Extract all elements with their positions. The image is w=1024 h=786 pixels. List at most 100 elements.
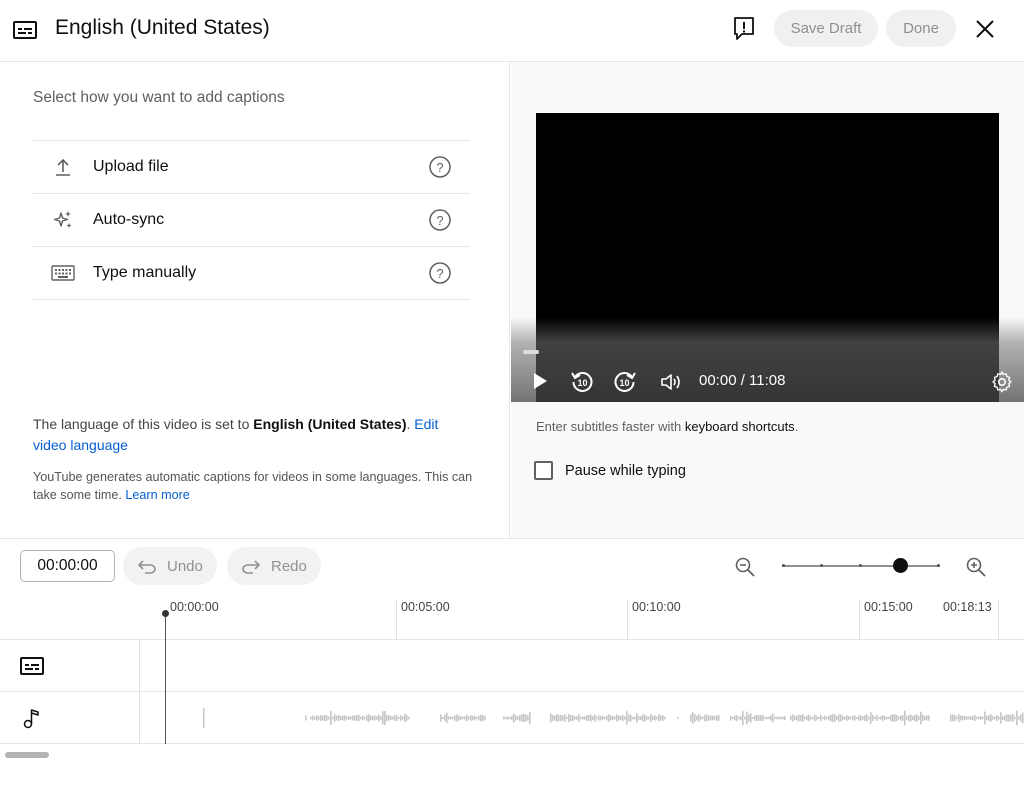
zoom-slider[interactable] bbox=[782, 558, 940, 573]
waveform-bar bbox=[742, 710, 744, 726]
progress-bar[interactable] bbox=[523, 350, 539, 354]
waveform-bar bbox=[782, 716, 784, 720]
feedback-icon[interactable] bbox=[730, 14, 758, 42]
waveform-bar bbox=[808, 714, 810, 722]
waveform-bar bbox=[354, 715, 356, 721]
waveform-bar bbox=[774, 716, 776, 720]
forward-10-icon[interactable]: 10 bbox=[612, 369, 638, 395]
learn-more-link[interactable]: Learn more bbox=[125, 488, 189, 502]
option-auto-sync[interactable]: Auto-sync ? bbox=[33, 194, 470, 247]
undo-button[interactable]: Undo bbox=[123, 547, 217, 585]
waveform-bar bbox=[830, 714, 832, 722]
waveform-bar bbox=[478, 715, 480, 721]
waveform-bar bbox=[886, 716, 888, 720]
play-icon[interactable] bbox=[531, 370, 549, 392]
waveform-bar bbox=[958, 714, 960, 722]
help-icon[interactable]: ? bbox=[428, 208, 452, 232]
waveform-bar bbox=[480, 714, 482, 722]
waveform-bar bbox=[650, 714, 652, 722]
redo-button[interactable]: Redo bbox=[227, 547, 321, 585]
waveform-bar bbox=[928, 715, 930, 721]
waveform-bar bbox=[926, 715, 928, 721]
playhead[interactable] bbox=[165, 611, 166, 744]
captions-icon bbox=[13, 21, 37, 39]
waveform-bar bbox=[314, 716, 316, 720]
waveform-bar bbox=[694, 714, 696, 722]
ruler-label: 00:10:00 bbox=[632, 600, 681, 614]
pause-checkbox[interactable] bbox=[534, 461, 553, 480]
waveform-bar bbox=[892, 714, 894, 722]
zoom-out-icon[interactable] bbox=[734, 556, 756, 578]
waveform-bar bbox=[396, 715, 398, 721]
zoom-in-icon[interactable] bbox=[965, 556, 987, 578]
waveform-bar bbox=[594, 714, 596, 722]
waveform-bar bbox=[800, 715, 802, 721]
waveform-bar bbox=[344, 715, 346, 721]
waveform-bar bbox=[910, 714, 912, 722]
player-controls: 10 10 00:00 / 11:08 bbox=[511, 317, 1024, 402]
waveform-bar bbox=[738, 716, 740, 720]
waveform-bar bbox=[818, 716, 820, 720]
waveform-bar bbox=[804, 716, 806, 720]
help-icon[interactable]: ? bbox=[428, 155, 452, 179]
waveform-bar bbox=[527, 715, 529, 721]
waveform-bar bbox=[842, 715, 844, 721]
waveform-bar bbox=[554, 715, 556, 721]
help-icon[interactable]: ? bbox=[428, 261, 452, 285]
zoom-slider-thumb[interactable] bbox=[893, 558, 908, 573]
keyboard-shortcuts-link[interactable]: keyboard shortcuts bbox=[685, 419, 795, 434]
save-draft-button[interactable]: Save Draft bbox=[774, 10, 878, 47]
waveform-bar bbox=[398, 716, 400, 720]
kb-note-text: . bbox=[794, 419, 799, 434]
keyboard-icon bbox=[51, 261, 75, 285]
waveform-bar bbox=[864, 715, 866, 721]
waveform-bar bbox=[776, 716, 778, 720]
volume-icon[interactable] bbox=[659, 371, 683, 393]
waveform-bar bbox=[324, 714, 326, 722]
waveform-bar bbox=[366, 714, 368, 722]
horizontal-scrollbar[interactable] bbox=[5, 752, 49, 758]
waveform-bar bbox=[440, 714, 442, 722]
waveform-bar bbox=[978, 716, 980, 720]
waveform-bar bbox=[598, 715, 600, 721]
waveform-bar bbox=[608, 714, 610, 722]
playhead-handle[interactable] bbox=[162, 610, 169, 617]
waveform-bar bbox=[612, 715, 614, 721]
waveform-bar bbox=[748, 714, 750, 722]
timecode-input[interactable]: 00:00:00 bbox=[20, 550, 115, 582]
waveform-bar bbox=[732, 716, 734, 720]
done-button[interactable]: Done bbox=[886, 10, 956, 47]
pause-while-typing[interactable]: Pause while typing bbox=[534, 461, 686, 480]
close-icon[interactable] bbox=[972, 16, 998, 42]
waveform-bar bbox=[894, 714, 896, 722]
waveform-bar bbox=[442, 716, 444, 720]
waveform-bar bbox=[836, 716, 838, 720]
option-upload-file[interactable]: Upload file ? bbox=[33, 141, 470, 194]
waveform-bar bbox=[746, 711, 748, 725]
waveform-bar bbox=[1006, 714, 1008, 722]
waveform-bar bbox=[646, 716, 648, 720]
waveform-bar bbox=[404, 714, 406, 722]
waveform-bar bbox=[350, 716, 352, 720]
waveform-bar bbox=[600, 715, 602, 721]
waveform-bar bbox=[446, 712, 448, 724]
waveform-bar bbox=[513, 713, 515, 723]
waveform-bar bbox=[824, 715, 826, 721]
ruler-label: 00:15:00 bbox=[864, 600, 913, 614]
waveform-bar bbox=[834, 714, 836, 722]
option-type-manually[interactable]: Type manually ? bbox=[33, 247, 470, 300]
waveform-bar bbox=[509, 716, 511, 720]
waveform-bar bbox=[858, 715, 860, 721]
waveform-bar bbox=[970, 716, 972, 720]
waveform-bar bbox=[640, 716, 642, 720]
waveform-bar bbox=[1022, 712, 1024, 724]
waveform-bar bbox=[384, 710, 386, 726]
settings-gear-icon[interactable] bbox=[990, 370, 1014, 394]
waveform-bar bbox=[794, 715, 796, 721]
waveform-bar bbox=[560, 714, 562, 722]
captions-track[interactable] bbox=[0, 640, 1024, 692]
waveform-bar bbox=[916, 714, 918, 722]
timeline-ruler[interactable]: 00:00:00 00:05:00 00:10:00 00:15:00 00:1… bbox=[0, 594, 1024, 640]
rewind-10-icon[interactable]: 10 bbox=[569, 369, 595, 395]
waveform-bar bbox=[620, 715, 622, 721]
